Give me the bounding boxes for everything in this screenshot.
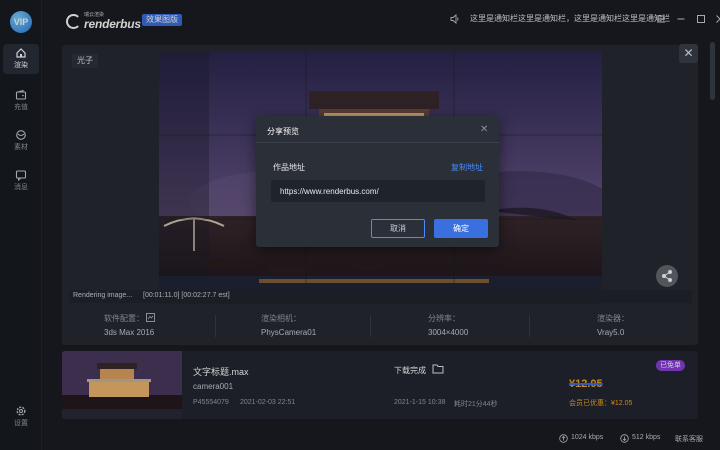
copy-url-link[interactable]: 复制地址 xyxy=(451,162,483,173)
work-url-input[interactable] xyxy=(271,180,485,202)
dialog-title: 分享预览 xyxy=(267,127,299,136)
close-dialog-icon[interactable]: ✕ xyxy=(480,124,488,135)
app-window: VIP 渲染 充值 素材 消息 设置 瑞云渲染 renderbus 效果图版 这… xyxy=(0,0,720,450)
dialog-header: 分享预览 ✕ xyxy=(256,116,499,143)
share-preview-dialog: 分享预览 ✕ 作品地址 复制地址 取消 确定 xyxy=(256,116,499,247)
confirm-button[interactable]: 确定 xyxy=(434,219,488,238)
cancel-button[interactable]: 取消 xyxy=(371,219,425,238)
work-url-label: 作品地址 xyxy=(273,163,305,172)
